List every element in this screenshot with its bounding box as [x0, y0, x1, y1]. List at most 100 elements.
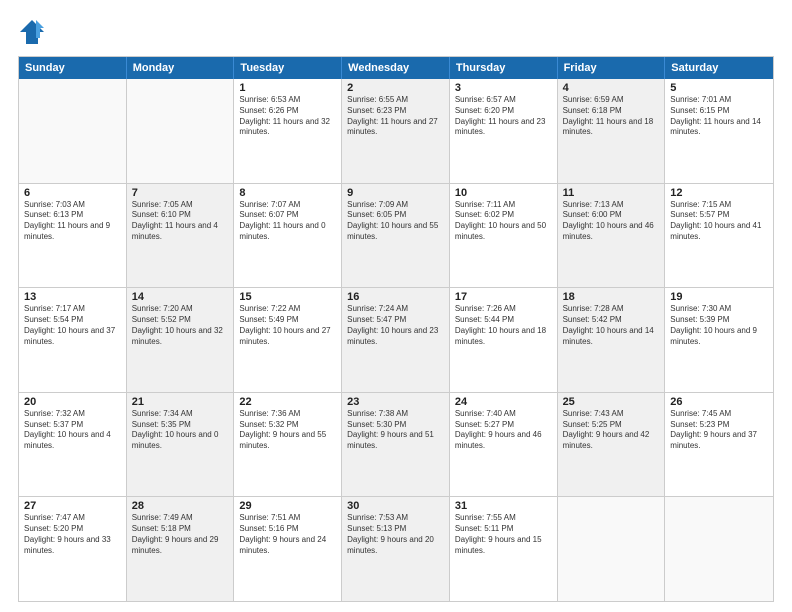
day-number: 9 [347, 187, 444, 199]
cal-cell [127, 79, 235, 183]
day-number: 28 [132, 500, 229, 512]
cell-info: Sunrise: 7:49 AM Sunset: 5:18 PM Dayligh… [132, 513, 229, 556]
cal-cell: 24Sunrise: 7:40 AM Sunset: 5:27 PM Dayli… [450, 393, 558, 497]
day-header-sunday: Sunday [19, 57, 127, 79]
day-number: 17 [455, 291, 552, 303]
cal-cell: 15Sunrise: 7:22 AM Sunset: 5:49 PM Dayli… [234, 288, 342, 392]
day-number: 23 [347, 396, 444, 408]
day-header-saturday: Saturday [665, 57, 773, 79]
day-number: 31 [455, 500, 552, 512]
logo [18, 18, 50, 46]
day-number: 25 [563, 396, 660, 408]
cell-info: Sunrise: 7:24 AM Sunset: 5:47 PM Dayligh… [347, 304, 444, 347]
cal-cell: 8Sunrise: 7:07 AM Sunset: 6:07 PM Daylig… [234, 184, 342, 288]
cell-info: Sunrise: 7:55 AM Sunset: 5:11 PM Dayligh… [455, 513, 552, 556]
day-number: 20 [24, 396, 121, 408]
cal-cell: 31Sunrise: 7:55 AM Sunset: 5:11 PM Dayli… [450, 497, 558, 601]
cal-cell: 20Sunrise: 7:32 AM Sunset: 5:37 PM Dayli… [19, 393, 127, 497]
day-number: 14 [132, 291, 229, 303]
week-row-4: 20Sunrise: 7:32 AM Sunset: 5:37 PM Dayli… [19, 392, 773, 497]
cell-info: Sunrise: 7:47 AM Sunset: 5:20 PM Dayligh… [24, 513, 121, 556]
cell-info: Sunrise: 7:28 AM Sunset: 5:42 PM Dayligh… [563, 304, 660, 347]
cal-cell: 6Sunrise: 7:03 AM Sunset: 6:13 PM Daylig… [19, 184, 127, 288]
cell-info: Sunrise: 7:36 AM Sunset: 5:32 PM Dayligh… [239, 409, 336, 452]
cal-cell: 11Sunrise: 7:13 AM Sunset: 6:00 PM Dayli… [558, 184, 666, 288]
cal-cell: 30Sunrise: 7:53 AM Sunset: 5:13 PM Dayli… [342, 497, 450, 601]
cell-info: Sunrise: 6:57 AM Sunset: 6:20 PM Dayligh… [455, 95, 552, 138]
calendar-header: SundayMondayTuesdayWednesdayThursdayFrid… [19, 57, 773, 79]
day-number: 4 [563, 82, 660, 94]
logo-icon [18, 18, 46, 46]
cal-cell: 13Sunrise: 7:17 AM Sunset: 5:54 PM Dayli… [19, 288, 127, 392]
cal-cell: 27Sunrise: 7:47 AM Sunset: 5:20 PM Dayli… [19, 497, 127, 601]
day-number: 26 [670, 396, 768, 408]
cell-info: Sunrise: 6:55 AM Sunset: 6:23 PM Dayligh… [347, 95, 444, 138]
cal-cell [558, 497, 666, 601]
week-row-2: 6Sunrise: 7:03 AM Sunset: 6:13 PM Daylig… [19, 183, 773, 288]
cal-cell [19, 79, 127, 183]
cal-cell: 1Sunrise: 6:53 AM Sunset: 6:26 PM Daylig… [234, 79, 342, 183]
cal-cell: 16Sunrise: 7:24 AM Sunset: 5:47 PM Dayli… [342, 288, 450, 392]
cal-cell: 4Sunrise: 6:59 AM Sunset: 6:18 PM Daylig… [558, 79, 666, 183]
day-number: 1 [239, 82, 336, 94]
header [18, 18, 774, 46]
cell-info: Sunrise: 7:20 AM Sunset: 5:52 PM Dayligh… [132, 304, 229, 347]
day-number: 16 [347, 291, 444, 303]
cal-cell: 17Sunrise: 7:26 AM Sunset: 5:44 PM Dayli… [450, 288, 558, 392]
day-number: 22 [239, 396, 336, 408]
day-number: 19 [670, 291, 768, 303]
calendar: SundayMondayTuesdayWednesdayThursdayFrid… [18, 56, 774, 602]
day-header-friday: Friday [558, 57, 666, 79]
cal-cell [665, 497, 773, 601]
day-number: 6 [24, 187, 121, 199]
day-number: 12 [670, 187, 768, 199]
cell-info: Sunrise: 7:26 AM Sunset: 5:44 PM Dayligh… [455, 304, 552, 347]
cal-cell: 2Sunrise: 6:55 AM Sunset: 6:23 PM Daylig… [342, 79, 450, 183]
cal-cell: 9Sunrise: 7:09 AM Sunset: 6:05 PM Daylig… [342, 184, 450, 288]
day-header-monday: Monday [127, 57, 235, 79]
cell-info: Sunrise: 7:38 AM Sunset: 5:30 PM Dayligh… [347, 409, 444, 452]
cell-info: Sunrise: 7:51 AM Sunset: 5:16 PM Dayligh… [239, 513, 336, 556]
cell-info: Sunrise: 7:17 AM Sunset: 5:54 PM Dayligh… [24, 304, 121, 347]
cell-info: Sunrise: 7:34 AM Sunset: 5:35 PM Dayligh… [132, 409, 229, 452]
cal-cell: 28Sunrise: 7:49 AM Sunset: 5:18 PM Dayli… [127, 497, 235, 601]
cell-info: Sunrise: 7:32 AM Sunset: 5:37 PM Dayligh… [24, 409, 121, 452]
cal-cell: 26Sunrise: 7:45 AM Sunset: 5:23 PM Dayli… [665, 393, 773, 497]
cal-cell: 18Sunrise: 7:28 AM Sunset: 5:42 PM Dayli… [558, 288, 666, 392]
cal-cell: 3Sunrise: 6:57 AM Sunset: 6:20 PM Daylig… [450, 79, 558, 183]
cell-info: Sunrise: 7:01 AM Sunset: 6:15 PM Dayligh… [670, 95, 768, 138]
day-number: 30 [347, 500, 444, 512]
cell-info: Sunrise: 6:53 AM Sunset: 6:26 PM Dayligh… [239, 95, 336, 138]
cal-cell: 7Sunrise: 7:05 AM Sunset: 6:10 PM Daylig… [127, 184, 235, 288]
day-number: 10 [455, 187, 552, 199]
week-row-3: 13Sunrise: 7:17 AM Sunset: 5:54 PM Dayli… [19, 287, 773, 392]
day-header-thursday: Thursday [450, 57, 558, 79]
day-number: 13 [24, 291, 121, 303]
day-number: 7 [132, 187, 229, 199]
cell-info: Sunrise: 7:13 AM Sunset: 6:00 PM Dayligh… [563, 200, 660, 243]
calendar-body: 1Sunrise: 6:53 AM Sunset: 6:26 PM Daylig… [19, 79, 773, 601]
day-number: 15 [239, 291, 336, 303]
cell-info: Sunrise: 7:53 AM Sunset: 5:13 PM Dayligh… [347, 513, 444, 556]
cal-cell: 14Sunrise: 7:20 AM Sunset: 5:52 PM Dayli… [127, 288, 235, 392]
day-number: 2 [347, 82, 444, 94]
cell-info: Sunrise: 7:22 AM Sunset: 5:49 PM Dayligh… [239, 304, 336, 347]
day-number: 18 [563, 291, 660, 303]
cal-cell: 5Sunrise: 7:01 AM Sunset: 6:15 PM Daylig… [665, 79, 773, 183]
cell-info: Sunrise: 7:40 AM Sunset: 5:27 PM Dayligh… [455, 409, 552, 452]
day-number: 24 [455, 396, 552, 408]
day-number: 3 [455, 82, 552, 94]
cell-info: Sunrise: 7:07 AM Sunset: 6:07 PM Dayligh… [239, 200, 336, 243]
cell-info: Sunrise: 7:11 AM Sunset: 6:02 PM Dayligh… [455, 200, 552, 243]
cal-cell: 19Sunrise: 7:30 AM Sunset: 5:39 PM Dayli… [665, 288, 773, 392]
cell-info: Sunrise: 7:09 AM Sunset: 6:05 PM Dayligh… [347, 200, 444, 243]
day-number: 5 [670, 82, 768, 94]
cell-info: Sunrise: 7:30 AM Sunset: 5:39 PM Dayligh… [670, 304, 768, 347]
cell-info: Sunrise: 7:45 AM Sunset: 5:23 PM Dayligh… [670, 409, 768, 452]
cell-info: Sunrise: 7:05 AM Sunset: 6:10 PM Dayligh… [132, 200, 229, 243]
cell-info: Sunrise: 7:43 AM Sunset: 5:25 PM Dayligh… [563, 409, 660, 452]
cal-cell: 12Sunrise: 7:15 AM Sunset: 5:57 PM Dayli… [665, 184, 773, 288]
day-number: 21 [132, 396, 229, 408]
cell-info: Sunrise: 7:15 AM Sunset: 5:57 PM Dayligh… [670, 200, 768, 243]
cell-info: Sunrise: 6:59 AM Sunset: 6:18 PM Dayligh… [563, 95, 660, 138]
